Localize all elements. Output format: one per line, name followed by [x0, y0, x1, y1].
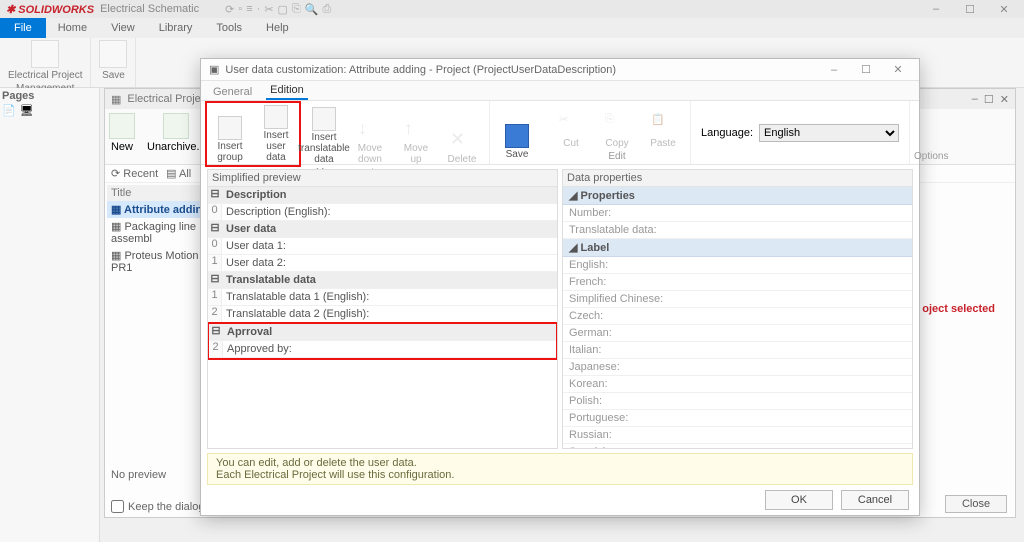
new-button[interactable]: New: [109, 113, 135, 153]
tab-edition[interactable]: Edition: [266, 82, 308, 100]
language-select[interactable]: English: [759, 124, 899, 142]
property-field[interactable]: German:: [563, 325, 912, 342]
quick-access-toolbar: ⟳ ▫ ≡ · ✂ ▢ ⎘ 🔍 ⎙: [225, 3, 331, 16]
window-close[interactable]: ✕: [990, 3, 1018, 16]
qat-icon[interactable]: ▢: [278, 3, 288, 16]
qat-icon[interactable]: ⎘: [292, 3, 301, 16]
pages-tab-icon[interactable]: 🖥: [20, 104, 34, 117]
menu-library[interactable]: Library: [147, 20, 205, 36]
brand-logo: ✱ SOLIDWORKS: [6, 3, 94, 16]
save-button[interactable]: Save: [494, 101, 540, 162]
file-tab[interactable]: File: [0, 18, 46, 38]
ribbon-caption-options: Options: [914, 151, 948, 164]
property-field[interactable]: Simplified Chinese:: [563, 291, 912, 308]
preview-row[interactable]: 2Approved by:: [209, 341, 556, 358]
property-field[interactable]: Polish:: [563, 393, 912, 410]
property-section[interactable]: ◢ Label: [563, 239, 912, 257]
preview-row[interactable]: 1Translatable data 1 (English):: [208, 289, 557, 306]
close-button[interactable]: Close: [945, 495, 1007, 513]
insert-translatable-data-button[interactable]: Insert translatable data: [301, 101, 347, 167]
menu-view[interactable]: View: [99, 20, 147, 36]
preview-section-header[interactable]: ⊟User data: [208, 221, 557, 238]
no-preview-label: No preview: [111, 469, 166, 481]
pages-header: Pages: [2, 90, 97, 102]
property-field[interactable]: Korean:: [563, 376, 912, 393]
app-subtitle: Electrical Schematic: [100, 3, 199, 15]
menu-home[interactable]: Home: [46, 20, 99, 36]
no-project-selected-msg: oject selected: [922, 303, 995, 315]
window-close[interactable]: ✕: [1000, 93, 1009, 106]
ribbon-group-label: Electrical Project: [8, 70, 82, 81]
preview-header: Simplified preview: [208, 170, 557, 187]
ok-button[interactable]: OK: [765, 490, 833, 510]
preview-row[interactable]: 2Translatable data 2 (English):: [208, 306, 557, 323]
qat-icon[interactable]: ·: [257, 3, 261, 16]
menu-tools[interactable]: Tools: [204, 20, 254, 36]
insert-group-button[interactable]: Insert group: [207, 103, 253, 165]
preview-row[interactable]: 1User data 2:: [208, 255, 557, 272]
keep-dialog-open-checkbox[interactable]: [111, 500, 124, 513]
dialog-close[interactable]: ✕: [885, 63, 911, 76]
property-field[interactable]: French:: [563, 274, 912, 291]
ribbon-save-label: Save: [102, 70, 125, 81]
cancel-button[interactable]: Cancel: [841, 490, 909, 510]
pages-tab-icon[interactable]: 📄: [2, 104, 16, 117]
copy-button[interactable]: ⎘Copy: [594, 101, 640, 151]
property-field[interactable]: Number:: [563, 205, 912, 222]
preview-section-header[interactable]: ⊟Translatable data: [208, 272, 557, 289]
dialog-icon: ▣: [209, 63, 219, 76]
language-label: Language:: [701, 127, 753, 139]
dialog-title: User data customization: Attribute addin…: [225, 64, 616, 76]
qat-icon[interactable]: ✂: [264, 3, 273, 16]
qat-icon[interactable]: ≡: [246, 3, 252, 16]
property-field[interactable]: Spanish:: [563, 444, 912, 448]
property-section[interactable]: ◢ Properties: [563, 187, 912, 205]
user-data-customization-dialog: ▣ User data customization: Attribute add…: [200, 58, 920, 516]
project-window-icon: ▦: [111, 93, 121, 106]
delete-button[interactable]: ✕Delete: [439, 101, 485, 167]
qat-icon[interactable]: 🔍: [305, 3, 319, 16]
data-properties-panel: Data properties ◢ PropertiesNumber:Trans…: [562, 169, 913, 449]
insert-user-data-button[interactable]: Insert user data: [253, 103, 299, 165]
move-up-button[interactable]: ↑Move up: [393, 101, 439, 167]
hint-panel: You can edit, add or delete the user dat…: [207, 453, 913, 485]
paste-button[interactable]: 📋Paste: [640, 101, 686, 151]
pages-panel: Pages 📄 🖥: [0, 88, 100, 542]
preview-section-header[interactable]: ⊟Description: [208, 187, 557, 204]
cut-button[interactable]: ✂Cut: [548, 101, 594, 151]
window-minimize[interactable]: –: [972, 93, 978, 105]
unarchive-button[interactable]: Unarchive...: [147, 113, 206, 153]
electrical-project-icon[interactable]: [31, 40, 59, 68]
props-header: Data properties: [563, 170, 912, 187]
property-field[interactable]: English:: [563, 257, 912, 274]
window-minimize[interactable]: –: [922, 3, 950, 15]
window-maximize[interactable]: ☐: [984, 93, 994, 106]
property-field[interactable]: Italian:: [563, 342, 912, 359]
menu-help[interactable]: Help: [254, 20, 301, 36]
app-titlebar: ✱ SOLIDWORKS Electrical Schematic ⟳ ▫ ≡ …: [0, 0, 1024, 18]
qat-icon[interactable]: ▫: [238, 3, 242, 16]
property-field[interactable]: Portuguese:: [563, 410, 912, 427]
preview-row[interactable]: 0User data 1:: [208, 238, 557, 255]
property-field[interactable]: Japanese:: [563, 359, 912, 376]
qat-icon[interactable]: ⟳: [225, 3, 234, 16]
tab-all[interactable]: ▤ All: [166, 167, 191, 180]
property-field[interactable]: Czech:: [563, 308, 912, 325]
ribbon-caption-edit: Edit: [548, 151, 686, 164]
tab-recent[interactable]: ⟳ Recent: [111, 167, 158, 180]
preview-section-header[interactable]: ⊟Aprroval: [209, 324, 556, 341]
tab-general[interactable]: General: [209, 84, 256, 100]
dialog-minimize[interactable]: –: [821, 64, 847, 76]
save-icon: [505, 124, 529, 148]
simplified-preview-panel: Simplified preview ⊟Description0Descript…: [207, 169, 558, 449]
preview-row[interactable]: 0Description (English):: [208, 204, 557, 221]
qat-icon[interactable]: ⎙: [322, 3, 331, 16]
dialog-maximize[interactable]: ☐: [853, 63, 879, 76]
property-field[interactable]: Russian:: [563, 427, 912, 444]
menu-bar: File Home View Library Tools Help: [0, 18, 1024, 38]
save-icon[interactable]: [99, 40, 127, 68]
window-maximize[interactable]: ☐: [956, 3, 984, 16]
property-field[interactable]: Translatable data:: [563, 222, 912, 239]
move-down-button[interactable]: ↓Move down: [347, 101, 393, 167]
